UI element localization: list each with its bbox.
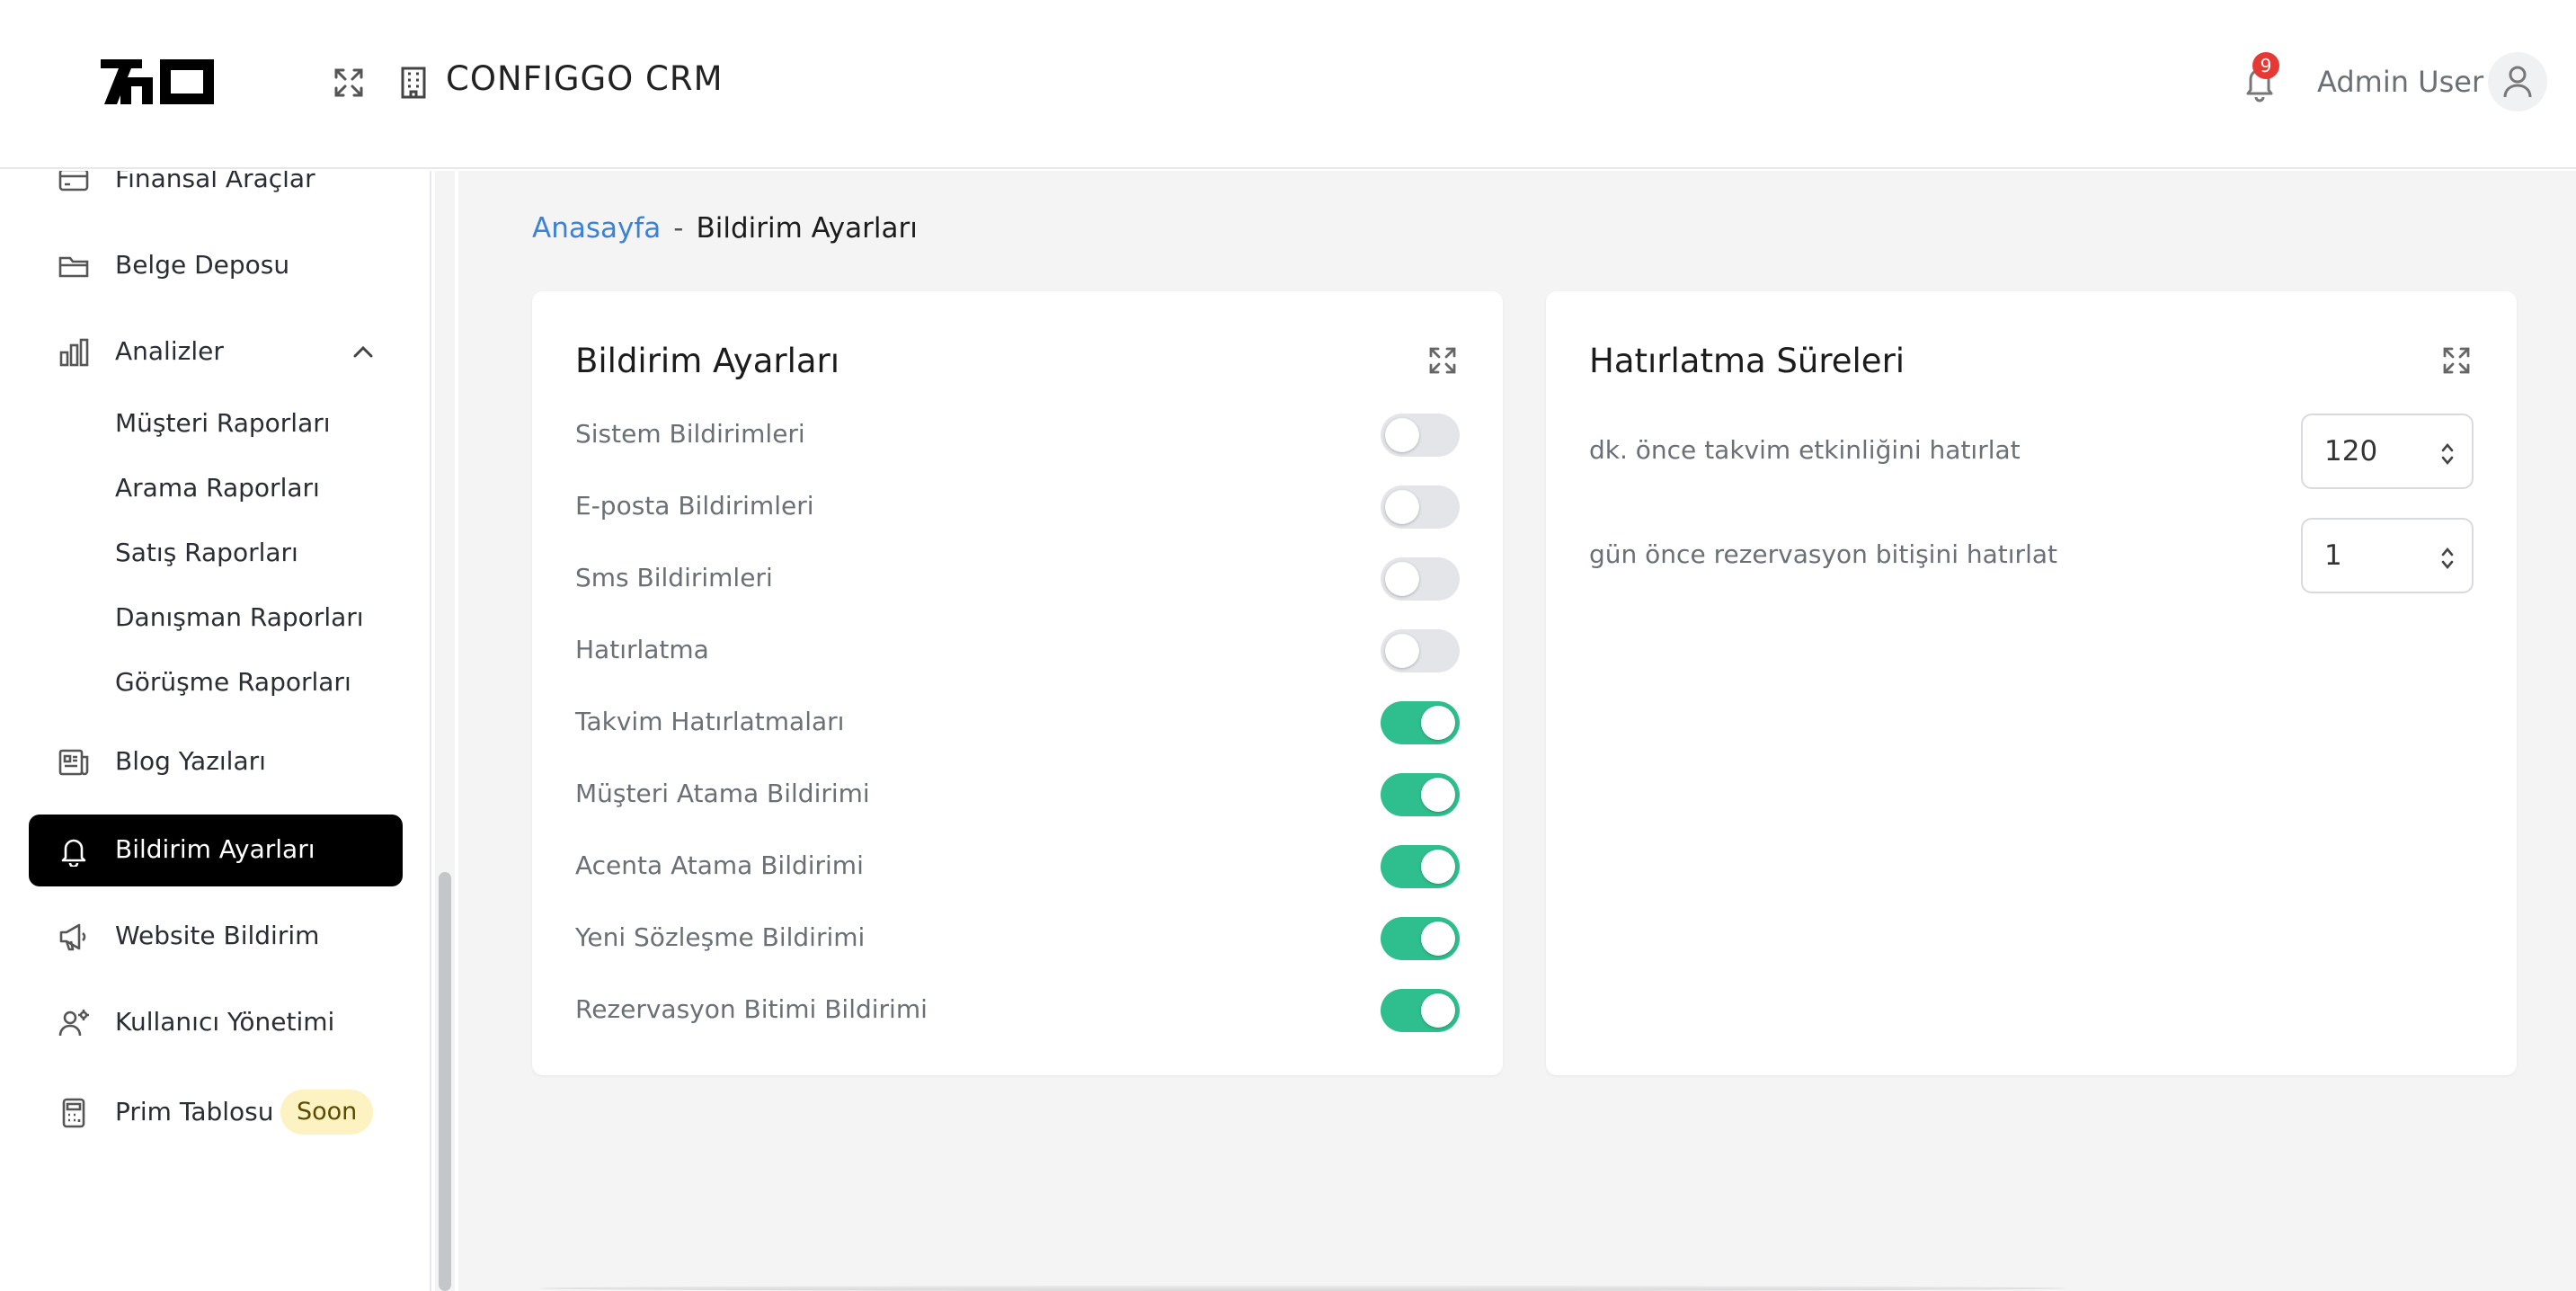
new-contract-switch[interactable] [1381,917,1460,960]
bar-chart-icon [59,338,89,367]
users-cog-icon [58,1010,89,1037]
input-value: 120 [2324,435,2378,467]
calendar-reminder-minutes-row: dk. önce takvim etkinliğini hatırlat 120 [1589,414,2474,489]
toggle-row-agency-assignment: Acenta Atama Bildirimi [575,840,1460,894]
sidebar-item-website-notification[interactable]: Website Bildirim [29,901,403,973]
switch-knob [1385,562,1419,596]
top-header: CONFIGGO CRM 9 Admin User [0,0,2576,169]
sidebar-item-label: Finansal Araçlar [115,171,315,193]
toggle-label: Yeni Sözleşme Bildirimi [575,922,866,952]
sidebar-item-label: Bildirim Ayarları [115,834,315,864]
sidebar-item-label: Kullanıcı Yönetimi [115,1007,335,1037]
sidebar-item-notification-settings[interactable]: Bildirim Ayarları [29,815,403,886]
reservation-end-switch[interactable] [1381,989,1460,1032]
system-notifications-switch[interactable] [1381,414,1460,457]
stepper-arrows-icon[interactable] [2439,441,2456,467]
toggle-row-calendar-reminders: Takvim Hatırlatmaları [575,696,1460,750]
calculator-icon [62,1098,85,1128]
company-logo[interactable] [101,56,214,108]
sidebar-item-label: Website Bildirim [115,921,320,950]
toggle-row-reminder: Hatırlatma [575,624,1460,678]
chevron-up-icon[interactable] [351,340,376,365]
sidebar-item-document-storage[interactable]: Belge Deposu [29,230,403,302]
sidebar: Finansal Araçlar Belge Deposu Analizler … [0,171,431,1291]
sidebar-subitem-customer-reports[interactable]: Müşteri Raporları [115,408,331,438]
card-title: Bildirim Ayarları [575,342,840,380]
switch-knob [1385,418,1419,452]
breadcrumb-current: Bildirim Ayarları [696,212,918,245]
toggle-label: Sistem Bildirimleri [575,419,805,449]
switch-knob [1421,778,1455,812]
switch-knob [1385,490,1419,524]
fullscreen-icon[interactable] [331,65,367,101]
sidebar-item-label: Belge Deposu [115,250,290,280]
toggle-row-system-notifications: Sistem Bildirimleri [575,408,1460,462]
expand-icon[interactable] [2441,345,2472,376]
sms-notifications-switch[interactable] [1381,557,1460,601]
notification-settings-card: Bildirim Ayarları Sistem Bildirimleri E-… [532,291,1503,1075]
input-value: 1 [2324,539,2342,572]
credit-card-icon [58,171,89,191]
newspaper-icon [58,749,89,776]
sidebar-item-label: Analizler [115,336,224,366]
toggle-label: E-posta Bildirimleri [575,491,814,521]
sidebar-item-bonus-table[interactable]: Prim Tablosu Soon [29,1077,403,1149]
breadcrumb-home-link[interactable]: Anasayfa [532,212,661,245]
user-icon [2503,66,2532,98]
sidebar-subitem-call-reports[interactable]: Arama Raporları [115,473,320,503]
customer-assignment-switch[interactable] [1381,773,1460,816]
field-label: gün önce rezervasyon bitişini hatırlat [1589,539,2057,569]
agency-assignment-switch[interactable] [1381,845,1460,888]
switch-knob [1421,993,1455,1028]
toggle-label: Acenta Atama Bildirimi [575,850,864,880]
reservation-reminder-days-row: gün önce rezervasyon bitişini hatırlat 1 [1589,518,2474,593]
sidebar-item-financial-tools[interactable]: Finansal Araçlar [29,171,403,216]
bottom-shadow [539,1286,2067,1291]
sidebar-item-analytics[interactable]: Analizler [29,316,403,388]
sidebar-item-blog-posts[interactable]: Blog Yazıları [29,726,403,798]
sidebar-subitem-meeting-reports[interactable]: Görüşme Raporları [115,667,351,697]
reminder-switch[interactable] [1381,629,1460,672]
switch-knob [1421,922,1455,956]
sidebar-item-label: Blog Yazıları [115,746,266,776]
switch-knob [1385,634,1419,668]
toggle-row-reservation-end: Rezervasyon Bitimi Bildirimi [575,984,1460,1037]
toggle-label: Müşteri Atama Bildirimi [575,779,870,808]
breadcrumb-separator: - [673,212,684,245]
reservation-reminder-days-input[interactable]: 1 [2301,518,2474,593]
avatar[interactable] [2488,52,2547,111]
card-title: Hatırlatma Süreleri [1589,342,1905,380]
expand-icon[interactable] [1427,345,1458,376]
sidebar-scrollbar-thumb[interactable] [439,872,451,1291]
sidebar-subitem-sales-reports[interactable]: Satış Raporları [115,538,298,567]
folder-icon [58,256,89,278]
sidebar-item-label: Prim Tablosu [115,1097,274,1126]
toggle-label: Sms Bildirimleri [575,563,773,592]
toggle-row-customer-assignment: Müşteri Atama Bildirimi [575,768,1460,822]
sidebar-subitem-consultant-reports[interactable]: Danışman Raporları [115,602,364,632]
toggle-label: Takvim Hatırlatmaları [575,707,845,736]
sidebar-item-user-management[interactable]: Kullanıcı Yönetimi [29,987,403,1059]
calendar-reminders-switch[interactable] [1381,701,1460,744]
switch-knob [1421,850,1455,884]
toggle-label: Hatırlatma [575,635,709,664]
switch-knob [1421,706,1455,740]
toggle-row-new-contract: Yeni Sözleşme Bildirimi [575,912,1460,966]
toggle-row-sms-notifications: Sms Bildirimleri [575,552,1460,606]
megaphone-icon [59,923,86,951]
notification-count-badge: 9 [2252,52,2279,79]
toggle-label: Rezervasyon Bitimi Bildirimi [575,994,928,1024]
toggle-row-email-notifications: E-posta Bildirimleri [575,480,1460,534]
app-title: CONFIGGO CRM [446,59,724,98]
reminder-durations-card: Hatırlatma Süreleri dk. önce takvim etki… [1546,291,2517,1075]
soon-badge: Soon [280,1090,374,1135]
stepper-arrows-icon[interactable] [2439,545,2456,572]
building-icon [401,67,426,99]
calendar-reminder-minutes-input[interactable]: 120 [2301,414,2474,489]
bell-icon [61,839,86,867]
email-notifications-switch[interactable] [1381,485,1460,529]
breadcrumb: Anasayfa - Bildirim Ayarları [532,212,918,245]
user-name[interactable]: Admin User [2317,65,2483,99]
field-label: dk. önce takvim etkinliğini hatırlat [1589,435,2021,465]
